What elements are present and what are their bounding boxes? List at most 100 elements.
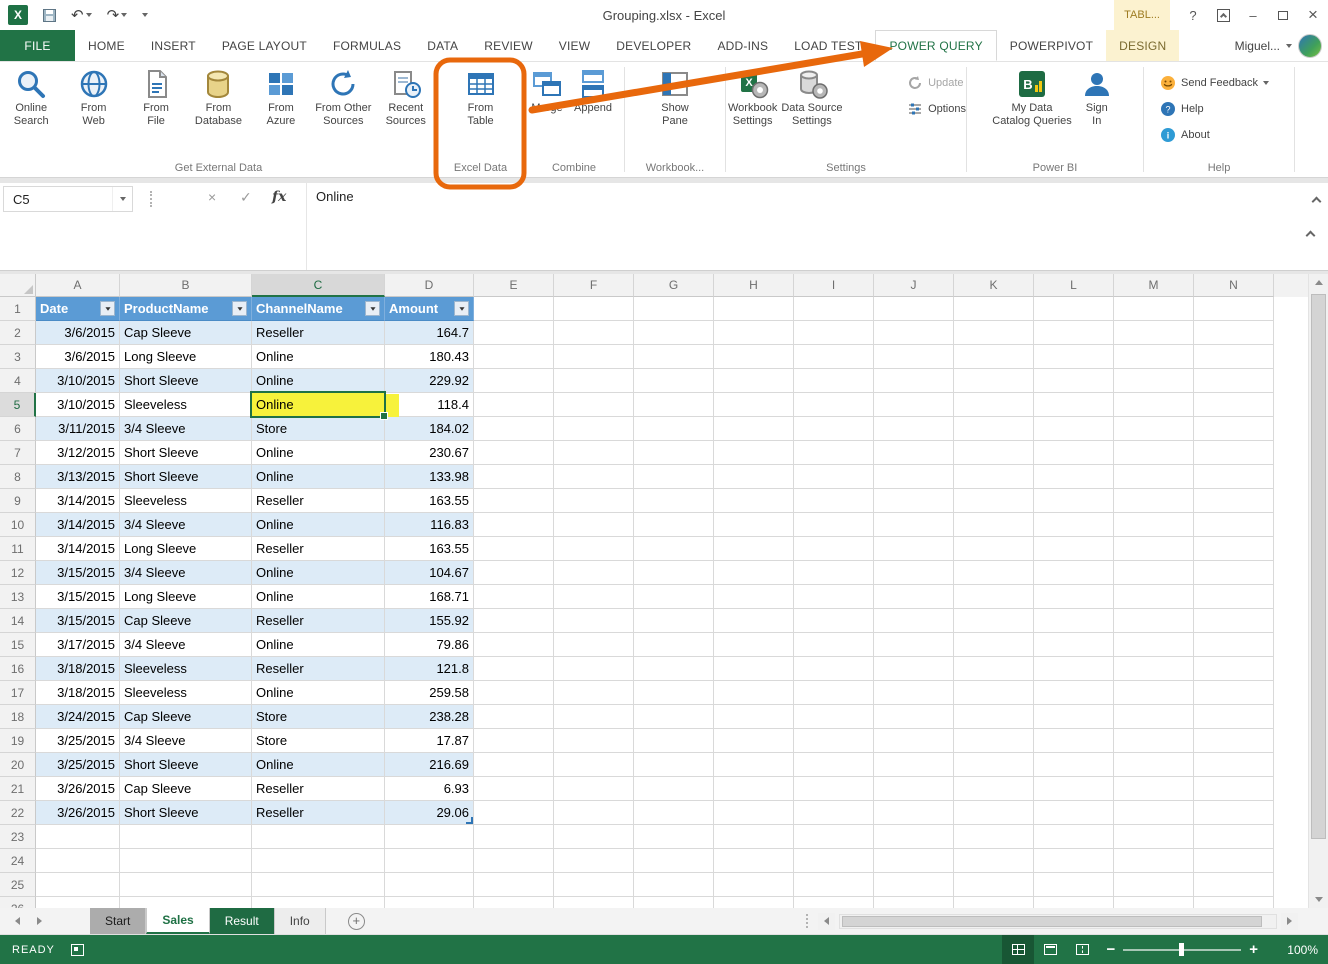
cell-B12[interactable]: 3/4 Sleeve: [120, 561, 252, 585]
tab-developer[interactable]: DEVELOPER: [603, 30, 704, 61]
cell-B7[interactable]: Short Sleeve: [120, 441, 252, 465]
cell-C21[interactable]: Reseller: [252, 777, 385, 801]
cell-D12[interactable]: 104.67: [385, 561, 474, 585]
cell-M11[interactable]: [1114, 537, 1194, 561]
cell-M19[interactable]: [1114, 729, 1194, 753]
cell-F25[interactable]: [554, 873, 634, 897]
cell-J1[interactable]: [874, 297, 954, 321]
cell-D17[interactable]: 259.58: [385, 681, 474, 705]
row-header-16[interactable]: 16: [0, 657, 36, 681]
cell-H9[interactable]: [714, 489, 794, 513]
button-sign-in[interactable]: SignIn: [1074, 66, 1120, 128]
cell-F15[interactable]: [554, 633, 634, 657]
button-options[interactable]: Options: [907, 101, 966, 117]
button-from-azure[interactable]: FromAzure: [250, 66, 312, 128]
cell-G14[interactable]: [634, 609, 714, 633]
cell-H26[interactable]: [714, 897, 794, 908]
cell-M4[interactable]: [1114, 369, 1194, 393]
horizontal-scrollbar-thumb[interactable]: [842, 916, 1262, 927]
row-header-11[interactable]: 11: [0, 537, 36, 561]
cell-E7[interactable]: [474, 441, 554, 465]
cell-E11[interactable]: [474, 537, 554, 561]
button-about[interactable]: iAbout: [1160, 127, 1269, 143]
cell-I6[interactable]: [794, 417, 874, 441]
cell-G11[interactable]: [634, 537, 714, 561]
cell-K16[interactable]: [954, 657, 1034, 681]
cell-N4[interactable]: [1194, 369, 1274, 393]
cell-B23[interactable]: [120, 825, 252, 849]
cell-H19[interactable]: [714, 729, 794, 753]
cell-A11[interactable]: 3/14/2015: [36, 537, 120, 561]
cell-N3[interactable]: [1194, 345, 1274, 369]
cell-N15[interactable]: [1194, 633, 1274, 657]
cell-K12[interactable]: [954, 561, 1034, 585]
cell-I21[interactable]: [794, 777, 874, 801]
cell-D20[interactable]: 216.69: [385, 753, 474, 777]
cell-N18[interactable]: [1194, 705, 1274, 729]
cell-L13[interactable]: [1034, 585, 1114, 609]
cell-C8[interactable]: Online: [252, 465, 385, 489]
cell-B22[interactable]: Short Sleeve: [120, 801, 252, 825]
cell-E16[interactable]: [474, 657, 554, 681]
cell-E25[interactable]: [474, 873, 554, 897]
cell-J15[interactable]: [874, 633, 954, 657]
cell-H14[interactable]: [714, 609, 794, 633]
cell-H8[interactable]: [714, 465, 794, 489]
cell-B6[interactable]: 3/4 Sleeve: [120, 417, 252, 441]
cell-E6[interactable]: [474, 417, 554, 441]
column-header-K[interactable]: K: [954, 274, 1034, 297]
row-header-3[interactable]: 3: [0, 345, 36, 369]
cell-G5[interactable]: [634, 393, 714, 417]
cell-I26[interactable]: [794, 897, 874, 908]
tab-add-ins[interactable]: ADD-INS: [704, 30, 781, 61]
row-header-18[interactable]: 18: [0, 705, 36, 729]
cell-J4[interactable]: [874, 369, 954, 393]
cell-A24[interactable]: [36, 849, 120, 873]
cell-B26[interactable]: [120, 897, 252, 908]
cell-C13[interactable]: Online: [252, 585, 385, 609]
row-header-8[interactable]: 8: [0, 465, 36, 489]
cell-H11[interactable]: [714, 537, 794, 561]
cell-M22[interactable]: [1114, 801, 1194, 825]
cell-J20[interactable]: [874, 753, 954, 777]
cell-A14[interactable]: 3/15/2015: [36, 609, 120, 633]
cell-E9[interactable]: [474, 489, 554, 513]
cell-D3[interactable]: 180.43: [385, 345, 474, 369]
cell-B16[interactable]: Sleeveless: [120, 657, 252, 681]
cell-I20[interactable]: [794, 753, 874, 777]
cell-F21[interactable]: [554, 777, 634, 801]
cell-K9[interactable]: [954, 489, 1034, 513]
cell-C4[interactable]: Online: [252, 369, 385, 393]
cell-D15[interactable]: 79.86: [385, 633, 474, 657]
button-my-data-catalog-queries[interactable]: BMy DataCatalog Queries: [990, 66, 1074, 128]
column-header-M[interactable]: M: [1114, 274, 1194, 297]
cell-C23[interactable]: [252, 825, 385, 849]
cell-L3[interactable]: [1034, 345, 1114, 369]
cell-C20[interactable]: Online: [252, 753, 385, 777]
cell-H21[interactable]: [714, 777, 794, 801]
cell-A25[interactable]: [36, 873, 120, 897]
cell-D6[interactable]: 184.02: [385, 417, 474, 441]
cell-K7[interactable]: [954, 441, 1034, 465]
collapse-formula-bar-icon[interactable]: [1313, 192, 1320, 210]
cell-C1[interactable]: ChannelName: [252, 297, 385, 321]
cell-F26[interactable]: [554, 897, 634, 908]
cell-L16[interactable]: [1034, 657, 1114, 681]
horizontal-scrollbar[interactable]: [839, 914, 1277, 929]
cell-F18[interactable]: [554, 705, 634, 729]
cell-A17[interactable]: 3/18/2015: [36, 681, 120, 705]
cell-B13[interactable]: Long Sleeve: [120, 585, 252, 609]
cell-F3[interactable]: [554, 345, 634, 369]
cell-N5[interactable]: [1194, 393, 1274, 417]
column-header-H[interactable]: H: [714, 274, 794, 297]
cell-G3[interactable]: [634, 345, 714, 369]
cell-M13[interactable]: [1114, 585, 1194, 609]
row-header-24[interactable]: 24: [0, 849, 36, 873]
hscroll-right-icon[interactable]: [1281, 913, 1298, 930]
cell-L6[interactable]: [1034, 417, 1114, 441]
sheet-tab-result[interactable]: Result: [210, 908, 275, 934]
cell-B8[interactable]: Short Sleeve: [120, 465, 252, 489]
cell-A3[interactable]: 3/6/2015: [36, 345, 120, 369]
cell-N17[interactable]: [1194, 681, 1274, 705]
cell-K10[interactable]: [954, 513, 1034, 537]
